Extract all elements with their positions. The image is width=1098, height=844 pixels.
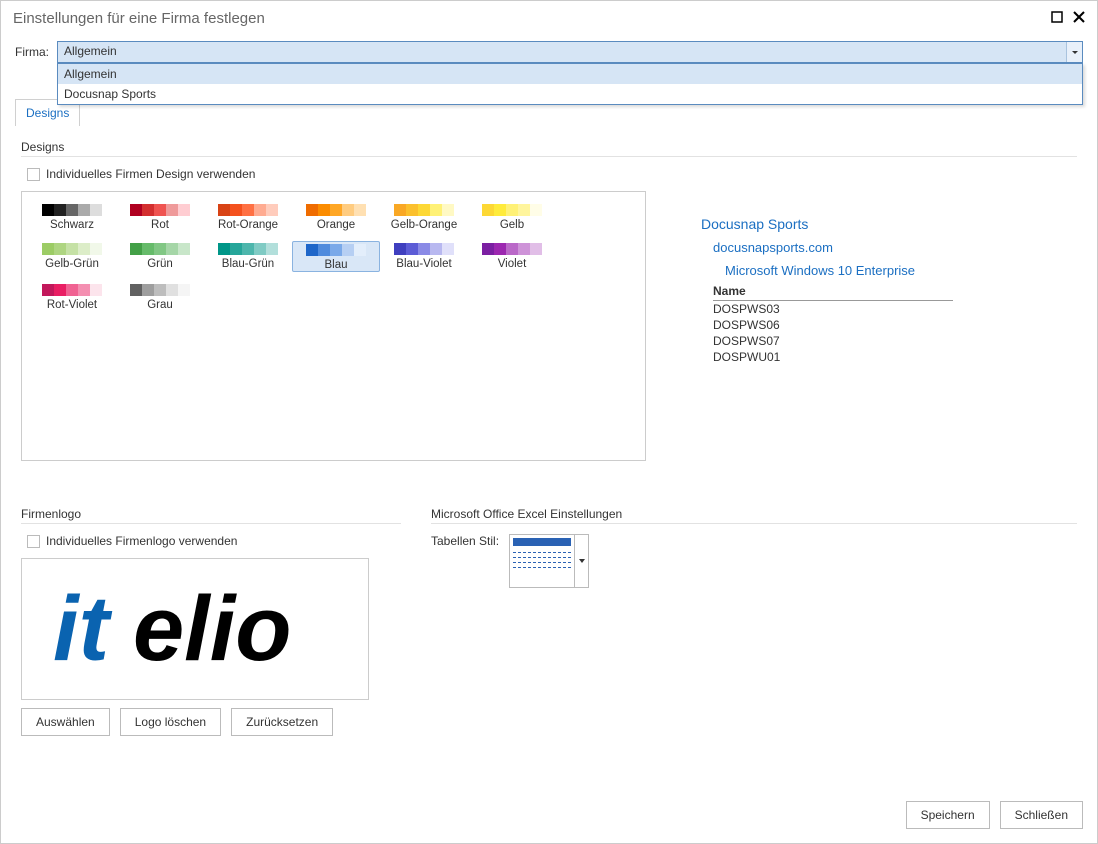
swatch-label: Blau <box>293 259 379 271</box>
divider <box>431 523 1077 524</box>
delete-logo-button[interactable]: Logo löschen <box>120 708 221 736</box>
logo-section-title: Firmenlogo <box>21 507 401 521</box>
logo-preview: it elio <box>21 558 369 700</box>
titlebar: Einstellungen für eine Firma festlegen <box>1 1 1097 35</box>
swatch-label: Gelb-Grün <box>28 258 116 270</box>
swatch-label: Gelb <box>468 219 556 231</box>
save-button[interactable]: Speichern <box>906 801 990 829</box>
preview-table-header: Name <box>713 284 953 301</box>
palette-swatch[interactable]: Rot <box>116 202 204 231</box>
palette-swatch[interactable]: Gelb-Orange <box>380 202 468 231</box>
palette-swatch[interactable]: Gelb <box>468 202 556 231</box>
palette-swatch[interactable]: Rot-Violet <box>28 282 116 311</box>
swatch-colors <box>292 204 380 216</box>
palette-swatch[interactable]: Blau <box>292 241 380 272</box>
swatch-colors <box>204 243 292 255</box>
palette-swatch[interactable]: Violet <box>468 241 556 272</box>
preview-domain: docusnapsports.com <box>713 240 1001 255</box>
palette-swatch[interactable]: Schwarz <box>28 202 116 231</box>
swatch-label: Violet <box>468 258 556 270</box>
reset-logo-button[interactable]: Zurücksetzen <box>231 708 333 736</box>
swatch-label: Grau <box>116 299 204 311</box>
window-title: Einstellungen für eine Firma festlegen <box>13 10 265 27</box>
chevron-down-icon[interactable] <box>574 535 588 587</box>
maximize-icon[interactable] <box>1051 10 1063 27</box>
preview-table-row: DOSPWS06 <box>713 317 953 333</box>
firma-dropdown-value: Allgemein <box>58 42 1082 60</box>
swatch-colors <box>204 204 292 216</box>
firma-option[interactable]: Allgemein <box>58 64 1082 84</box>
palette-swatch[interactable]: Gelb-Grün <box>28 241 116 272</box>
firma-dropdown-list: Allgemein Docusnap Sports <box>57 63 1083 105</box>
preview-os: Microsoft Windows 10 Enterprise <box>725 263 1001 278</box>
preview-table-row: DOSPWS07 <box>713 333 953 349</box>
swatch-label: Rot-Violet <box>28 299 116 311</box>
preview-table-row: DOSPWS03 <box>713 301 953 317</box>
palette-box: SchwarzRotRot-OrangeOrangeGelb-OrangeGel… <box>21 191 646 461</box>
swatch-colors <box>380 204 468 216</box>
swatch-colors <box>28 204 116 216</box>
palette-swatch[interactable]: Grün <box>116 241 204 272</box>
swatch-colors <box>28 243 116 255</box>
swatch-label: Rot <box>116 219 204 231</box>
individual-design-label: Individuelles Firmen Design verwenden <box>46 167 255 181</box>
swatch-colors <box>116 243 204 255</box>
designs-section-title: Designs <box>21 140 1077 154</box>
swatch-label: Gelb-Orange <box>380 219 468 231</box>
svg-text:elio: elio <box>133 578 291 680</box>
swatch-colors <box>468 204 556 216</box>
firma-label: Firma: <box>15 45 49 59</box>
swatch-label: Blau-Grün <box>204 258 292 270</box>
swatch-colors <box>28 284 116 296</box>
swatch-colors <box>380 243 468 255</box>
individual-logo-checkbox[interactable] <box>27 535 40 548</box>
preview-pane: Docusnap Sports docusnapsports.com Micro… <box>701 216 1001 365</box>
palette-swatch[interactable]: Blau-Grün <box>204 241 292 272</box>
firma-dropdown[interactable]: Allgemein Allgemein Docusnap Sports <box>57 41 1083 63</box>
swatch-colors <box>293 244 379 256</box>
table-style-preview <box>510 535 574 587</box>
swatch-colors <box>116 284 204 296</box>
palette-swatch[interactable]: Grau <box>116 282 204 311</box>
svg-text:it: it <box>53 578 113 680</box>
swatch-colors <box>116 204 204 216</box>
individual-design-checkbox[interactable] <box>27 168 40 181</box>
swatch-label: Schwarz <box>28 219 116 231</box>
swatch-label: Orange <box>292 219 380 231</box>
swatch-colors <box>468 243 556 255</box>
choose-logo-button[interactable]: Auswählen <box>21 708 110 736</box>
individual-logo-label: Individuelles Firmenlogo verwenden <box>46 534 237 548</box>
table-style-label: Tabellen Stil: <box>431 534 499 548</box>
swatch-label: Rot-Orange <box>204 219 292 231</box>
palette-swatch[interactable]: Rot-Orange <box>204 202 292 231</box>
firma-option[interactable]: Docusnap Sports <box>58 84 1082 104</box>
swatch-label: Blau-Violet <box>380 258 468 270</box>
preview-company: Docusnap Sports <box>701 216 1001 232</box>
excel-section-title: Microsoft Office Excel Einstellungen <box>431 507 1077 521</box>
divider <box>21 156 1077 157</box>
close-icon[interactable] <box>1073 10 1085 27</box>
palette-swatch[interactable]: Orange <box>292 202 380 231</box>
palette-swatch[interactable]: Blau-Violet <box>380 241 468 272</box>
itelio-logo: it elio <box>45 574 345 684</box>
preview-table-row: DOSPWU01 <box>713 349 953 365</box>
close-button[interactable]: Schließen <box>1000 801 1083 829</box>
table-style-picker[interactable] <box>509 534 589 588</box>
divider <box>21 523 401 524</box>
swatch-label: Grün <box>116 258 204 270</box>
chevron-down-icon[interactable] <box>1066 42 1082 62</box>
